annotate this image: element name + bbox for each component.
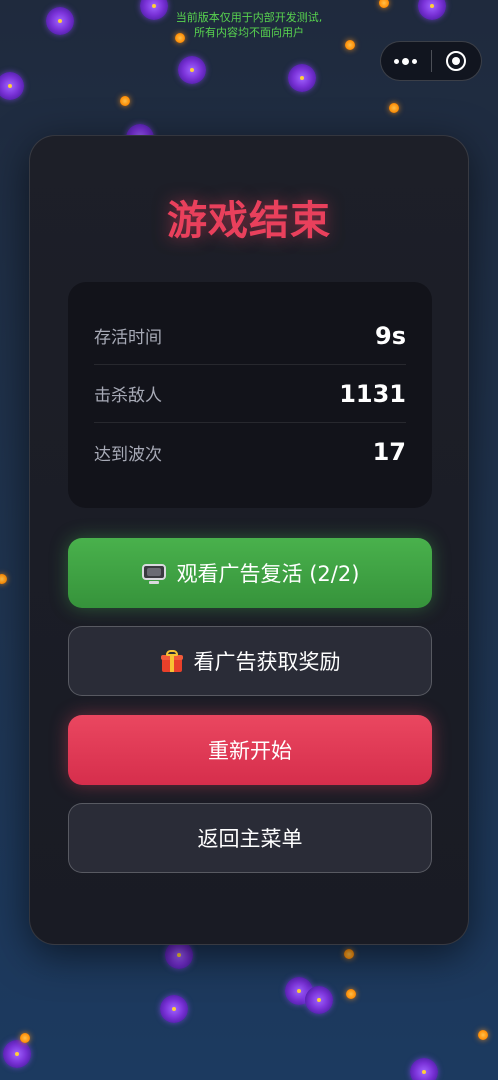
reward-button-label: 看广告获取奖励 — [193, 650, 341, 674]
dev-build-notice: 当前版本仅用于内部开发测试, 所有内容均不面向用户 — [0, 10, 498, 40]
xp-orb — [478, 1030, 488, 1040]
stat-row-kills: 击杀敌人 1131 — [94, 365, 406, 423]
main-menu-button[interactable]: 返回主菜单 — [68, 803, 432, 873]
stat-label: 达到波次 — [94, 444, 162, 465]
xp-orb — [120, 96, 130, 106]
close-miniprogram-button[interactable] — [432, 42, 482, 80]
stat-value: 9s — [375, 321, 406, 350]
enemy-sprite — [288, 64, 316, 92]
enemy-sprite — [3, 1040, 31, 1068]
xp-orb — [346, 989, 356, 999]
watch-ad-revive-button[interactable]: 观看广告复活 (2/2) — [68, 538, 432, 608]
dev-notice-line-2: 所有内容均不面向用户 — [194, 26, 304, 39]
xp-orb — [345, 40, 355, 50]
stat-label: 击杀敌人 — [94, 386, 162, 406]
stat-value: 1131 — [339, 379, 406, 408]
target-circle-icon — [446, 51, 467, 71]
xp-orb — [344, 949, 354, 959]
stats-panel: 存活时间 9s 击杀敌人 1131 达到波次 17 — [68, 282, 432, 508]
restart-button-label: 重新开始 — [208, 739, 292, 763]
stat-row-survival-time: 存活时间 9s — [94, 307, 406, 365]
enemy-sprite — [178, 56, 206, 84]
restart-button[interactable]: 重新开始 — [68, 715, 432, 785]
xp-orb — [379, 0, 389, 8]
stat-value: 17 — [372, 438, 406, 466]
watch-ad-reward-button[interactable]: 看广告获取奖励 — [68, 626, 432, 696]
enemy-sprite — [0, 72, 24, 100]
more-button[interactable] — [381, 42, 431, 80]
game-over-modal: 游戏结束 存活时间 9s 击杀敌人 1131 达到波次 17 观看广告复活 (2… — [29, 135, 469, 945]
main-menu-button-label: 返回主菜单 — [197, 827, 303, 851]
xp-orb — [0, 574, 7, 584]
tv-icon — [141, 562, 167, 584]
xp-orb — [20, 1033, 30, 1043]
enemy-sprite — [160, 995, 188, 1023]
game-over-title: 游戏结束 — [167, 198, 331, 244]
enemy-sprite — [165, 941, 193, 969]
enemy-sprite — [410, 1058, 438, 1080]
stat-label: 存活时间 — [94, 328, 162, 348]
xp-orb — [389, 103, 399, 113]
enemy-sprite — [305, 986, 333, 1014]
more-dots-icon — [394, 57, 418, 65]
stat-row-wave: 达到波次 17 — [94, 423, 406, 481]
gift-icon — [160, 649, 184, 673]
miniprogram-capsule — [380, 41, 482, 81]
dev-notice-line-1: 当前版本仅用于内部开发测试, — [175, 11, 323, 24]
revive-button-label: 观看广告复活 (2/2) — [176, 562, 360, 586]
